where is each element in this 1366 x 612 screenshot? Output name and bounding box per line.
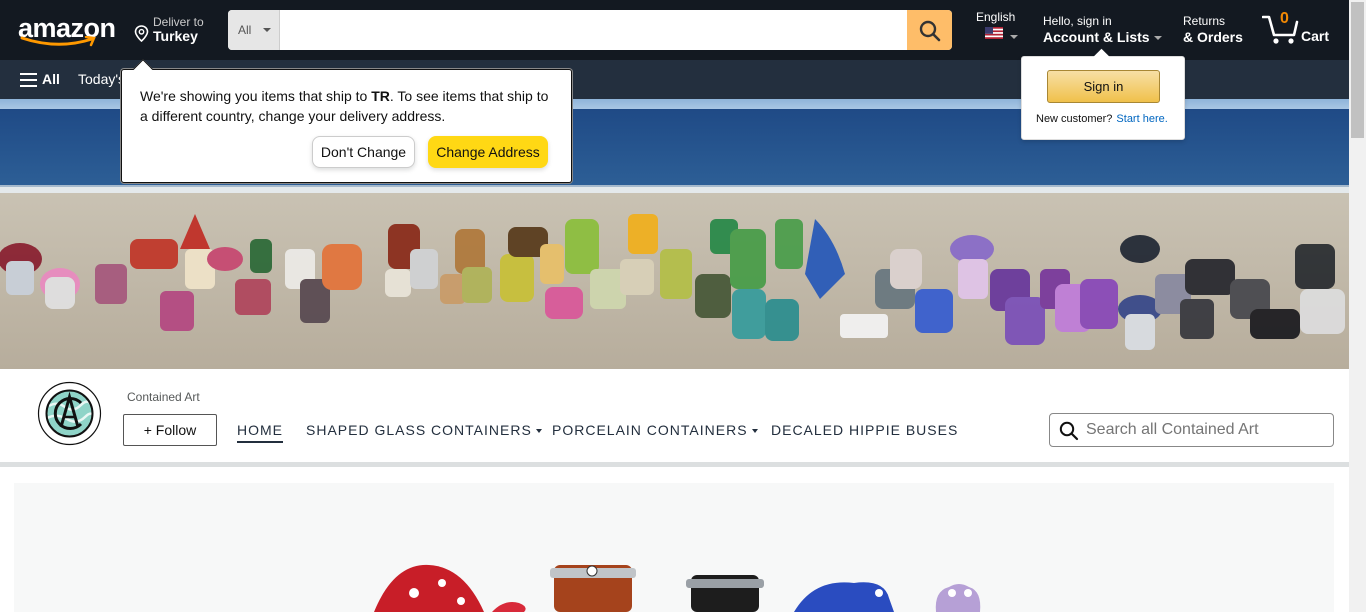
page-scrollbar[interactable] [1349, 0, 1366, 612]
scrollbar-thumb[interactable] [1351, 2, 1364, 138]
top-navigation-bar: amazon Deliver to Turkey All English Hel… [0, 0, 1366, 60]
dont-change-button[interactable]: Don't Change [312, 136, 415, 168]
store-content-section [14, 483, 1334, 612]
store-search-input[interactable] [1086, 414, 1326, 446]
returns-label: Returns [1183, 14, 1226, 28]
store-search-box [1049, 413, 1334, 447]
chevron-down-icon [535, 429, 542, 434]
smile-arrow-icon [20, 36, 96, 47]
store-nav-porcelain-containers[interactable]: PORCELAIN CONTAINERS [552, 422, 758, 438]
change-address-button[interactable]: Change Address [428, 136, 548, 168]
store-logo[interactable] [37, 381, 102, 446]
search-button[interactable] [907, 10, 952, 50]
new-customer-text: New customer? Start here. [1036, 113, 1168, 125]
returns-and-orders[interactable]: Returns & Orders [1183, 14, 1243, 45]
search-icon [919, 20, 941, 42]
chevron-down-icon [751, 429, 758, 434]
sign-in-button[interactable]: Sign in [1047, 70, 1160, 103]
cart-count: 0 [1280, 10, 1289, 27]
chevron-down-icon [1153, 36, 1162, 41]
account-lists-label: Account & Lists [1043, 29, 1162, 45]
store-header: Contained Art + Follow HOME SHAPED GLASS… [0, 369, 1349, 467]
store-brand-name[interactable]: Contained Art [127, 390, 200, 404]
store-nav-shaped-glass-containers[interactable]: SHAPED GLASS CONTAINERS [306, 422, 542, 438]
chevron-down-icon [263, 28, 271, 32]
follow-button[interactable]: + Follow [123, 414, 217, 446]
amazon-logo[interactable]: amazon [16, 10, 118, 50]
account-and-lists[interactable]: Hello, sign in Account & Lists [1043, 14, 1162, 45]
delivery-location-message: We're showing you items that ship to TR.… [140, 88, 549, 124]
search-bar: All [228, 10, 952, 50]
contained-art-logo-icon [37, 381, 102, 446]
location-pin-icon [134, 25, 149, 42]
cart-button[interactable]: 0 Cart [1262, 10, 1342, 47]
search-category-select[interactable]: All [228, 10, 280, 50]
chevron-down-icon [1010, 35, 1018, 39]
todays-deals-link[interactable]: Today's [78, 71, 125, 87]
language-label: English [976, 10, 1016, 24]
hello-sign-in-label: Hello, sign in [1043, 14, 1112, 28]
store-nav-decaled-hippie-buses[interactable]: DECALED HIPPIE BUSES [771, 422, 958, 438]
deliver-country: Turkey [153, 28, 198, 44]
deliver-to-label: Deliver to [153, 15, 204, 29]
us-flag-icon [985, 27, 1003, 39]
start-here-link[interactable]: Start here. [1116, 113, 1167, 125]
product-showcase-image [374, 564, 981, 612]
language-selector[interactable]: English [976, 9, 1024, 49]
search-icon [1059, 421, 1079, 441]
sign-in-flyout: Sign in New customer? Start here. [1021, 48, 1185, 140]
cart-label: Cart [1301, 28, 1330, 44]
hamburger-icon [20, 73, 37, 87]
orders-label: & Orders [1183, 29, 1243, 45]
delivery-location-popover: We're showing you items that ship to TR.… [121, 59, 572, 183]
store-nav-home[interactable]: HOME [237, 422, 283, 443]
search-input[interactable] [280, 10, 907, 50]
